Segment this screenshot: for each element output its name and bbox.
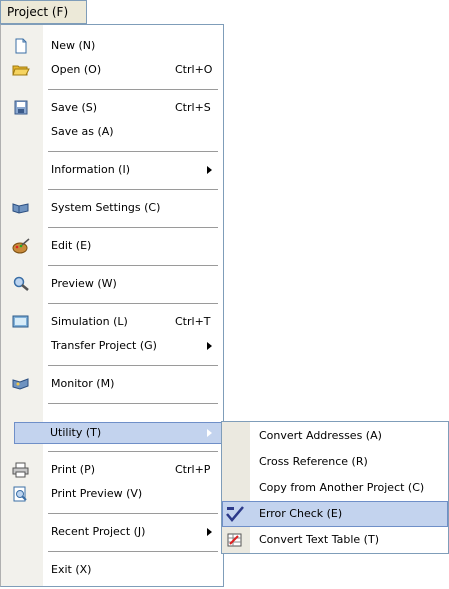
menu-item-print[interactable]: Print (P) Ctrl+P (1, 459, 223, 481)
save-disk-icon (12, 100, 30, 116)
menu-item-simulation[interactable]: Simulation (L) Ctrl+T (1, 311, 223, 333)
submenu-item-label: Convert Text Table (T) (259, 533, 379, 546)
menu-separator (48, 151, 218, 152)
convert-text-table-icon (226, 532, 244, 548)
submenu-item-error-check[interactable]: Error Check (E) (222, 501, 448, 527)
menu-item-utility[interactable]: Utility (T) (14, 422, 224, 444)
submenu-item-copy-from-another-project[interactable]: Copy from Another Project (C) (222, 475, 448, 501)
utility-submenu: Convert Addresses (A) Cross Reference (R… (221, 421, 449, 554)
menu-item-shortcut: Ctrl+S (175, 101, 211, 114)
menu-item-edit[interactable]: Edit (E) (1, 235, 223, 257)
menu-item-label: Utility (T) (50, 426, 102, 439)
error-check-icon (226, 506, 244, 522)
menu-item-label: Save as (A) (51, 125, 114, 138)
simulation-monitor-icon (12, 314, 30, 330)
menu-separator (48, 365, 218, 366)
open-folder-icon (12, 62, 30, 78)
system-settings-icon (12, 200, 30, 216)
menu-separator (48, 303, 218, 304)
print-preview-icon (12, 486, 30, 502)
printer-icon (12, 462, 30, 478)
menu-item-open[interactable]: Open (O) Ctrl+O (1, 59, 223, 81)
menu-separator (48, 551, 218, 552)
monitor-icon (12, 376, 30, 392)
submenu-arrow-icon (207, 528, 212, 536)
submenu-item-convert-addresses[interactable]: Convert Addresses (A) (222, 423, 448, 449)
menu-item-information[interactable]: Information (I) (1, 159, 223, 181)
submenu-arrow-icon (207, 342, 212, 350)
menu-item-label: Print Preview (V) (51, 487, 143, 500)
menu-item-label: Monitor (M) (51, 377, 115, 390)
menu-project-label: Project (F) (7, 5, 69, 19)
menu-item-save-as[interactable]: Save as (A) (1, 121, 223, 143)
menu-item-label: Save (S) (51, 101, 98, 114)
menu-separator (48, 513, 218, 514)
menu-item-label: Edit (E) (51, 239, 92, 252)
menu-item-label: Recent Project (J) (51, 525, 146, 538)
submenu-item-convert-text-table[interactable]: Convert Text Table (T) (222, 527, 448, 553)
menu-item-monitor[interactable]: Monitor (M) (1, 373, 223, 395)
menu-separator (48, 451, 218, 452)
menu-item-transfer-project[interactable]: Transfer Project (G) (1, 335, 223, 357)
menu-item-exit[interactable]: Exit (X) (1, 559, 223, 581)
project-menu: New (N) Open (O) Ctrl+O Save (S) Ctrl+S … (0, 24, 224, 587)
menu-separator (48, 189, 218, 190)
menu-item-print-preview[interactable]: Print Preview (V) (1, 483, 223, 505)
menu-item-label: Exit (X) (51, 563, 92, 576)
menu-separator (48, 89, 218, 90)
menu-item-shortcut: Ctrl+T (175, 315, 211, 328)
menu-item-save[interactable]: Save (S) Ctrl+S (1, 97, 223, 119)
submenu-arrow-icon (207, 429, 212, 437)
menu-item-label: Transfer Project (G) (51, 339, 157, 352)
submenu-arrow-icon (207, 166, 212, 174)
submenu-item-label: Copy from Another Project (C) (259, 481, 425, 494)
submenu-item-label: Cross Reference (R) (259, 455, 368, 468)
menu-item-label: Open (O) (51, 63, 102, 76)
menu-item-shortcut: Ctrl+O (175, 63, 213, 76)
menu-item-new[interactable]: New (N) (1, 35, 223, 57)
menu-separator (48, 403, 218, 404)
menu-item-label: Information (I) (51, 163, 130, 176)
menu-item-label: Preview (W) (51, 277, 117, 290)
menu-separator (48, 265, 218, 266)
submenu-item-label: Error Check (E) (259, 507, 343, 520)
menu-item-label: Print (P) (51, 463, 96, 476)
preview-magnifier-icon (12, 276, 30, 292)
menu-item-preview[interactable]: Preview (W) (1, 273, 223, 295)
menu-item-label: New (N) (51, 39, 96, 52)
menu-item-label: Simulation (L) (51, 315, 128, 328)
menu-item-shortcut: Ctrl+P (175, 463, 211, 476)
menu-item-recent-project[interactable]: Recent Project (J) (1, 521, 223, 543)
submenu-item-label: Convert Addresses (A) (259, 429, 382, 442)
submenu-item-cross-reference[interactable]: Cross Reference (R) (222, 449, 448, 475)
edit-palette-icon (12, 238, 30, 254)
menu-project[interactable]: Project (F) (0, 0, 87, 24)
menu-separator (48, 227, 218, 228)
menu-item-label: System Settings (C) (51, 201, 161, 214)
menu-item-system-settings[interactable]: System Settings (C) (1, 197, 223, 219)
new-file-icon (12, 38, 30, 54)
